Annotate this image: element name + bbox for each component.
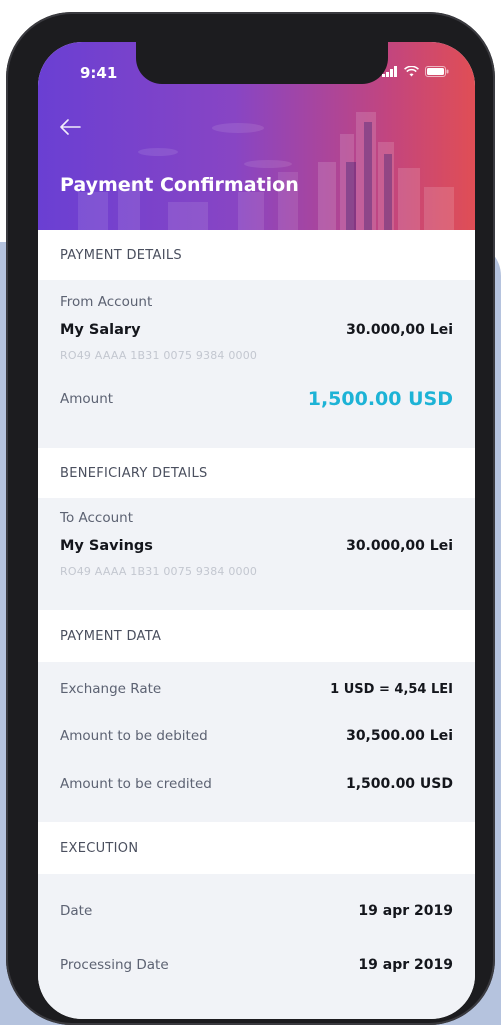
date-value: 19 apr 2019 [358, 903, 453, 919]
date-row: Date 19 apr 2019 [60, 884, 453, 938]
payment-data-heading: PAYMENT DATA [38, 610, 475, 662]
status-time: 9:41 [80, 64, 118, 82]
amount-row: Amount 1,500.00 USD [60, 388, 453, 410]
from-account-row[interactable]: My Salary 30.000,00 Lei [60, 322, 453, 338]
from-account-name: My Salary [60, 322, 141, 338]
amount-debited-label: Amount to be debited [60, 728, 208, 744]
exchange-rate-label: Exchange Rate [60, 681, 162, 697]
amount-label: Amount [60, 391, 114, 407]
to-account-balance: 30.000,00 Lei [346, 538, 453, 554]
phone-frame: 9:41 Payment Confirmation PAYMENT DETAIL… [6, 12, 495, 1025]
execution-heading: EXECUTION [38, 822, 475, 874]
execution-card: Date 19 apr 2019 Processing Date 19 apr … [38, 874, 475, 1019]
wifi-icon [404, 66, 419, 77]
payment-details-heading: PAYMENT DETAILS [38, 230, 475, 280]
phone-screen: 9:41 Payment Confirmation PAYMENT DETAIL… [38, 42, 475, 1019]
device-notch [136, 42, 388, 84]
from-account-balance: 30.000,00 Lei [346, 322, 453, 338]
amount-credited-value: 1,500.00 USD [345, 776, 453, 792]
to-account-name: My Savings [60, 538, 153, 554]
from-account-label: From Account [60, 294, 153, 310]
exchange-rate-value: 1 USD = 4,54 LEI [330, 681, 453, 697]
amount-debited-row: Amount to be debited 30,500.00 Lei [60, 712, 453, 760]
back-arrow-icon[interactable] [58, 118, 82, 136]
beneficiary-details-card: To Account My Savings 30.000,00 Lei RO49… [38, 498, 475, 610]
processing-date-label: Processing Date [60, 957, 169, 973]
to-account-row[interactable]: My Savings 30.000,00 Lei [60, 538, 453, 554]
amount-credited-label: Amount to be credited [60, 776, 212, 792]
to-account-label: To Account [60, 510, 134, 526]
header: 9:41 Payment Confirmation [38, 42, 475, 230]
payment-details-card: From Account My Salary 30.000,00 Lei RO4… [38, 280, 475, 448]
beneficiary-details-heading: BENEFICIARY DETAILS [38, 448, 475, 498]
page-title: Payment Confirmation [60, 174, 299, 196]
date-label: Date [60, 903, 93, 919]
processing-date-row: Processing Date 19 apr 2019 [60, 938, 453, 992]
processing-date-value: 19 apr 2019 [358, 957, 453, 973]
to-account-iban: RO49 AAAA 1B31 0075 9384 0000 [60, 565, 258, 578]
signal-icon [382, 66, 397, 77]
payment-data-card: Exchange Rate 1 USD = 4,54 LEI Amount to… [38, 662, 475, 822]
from-account-iban: RO49 AAAA 1B31 0075 9384 0000 [60, 349, 258, 362]
status-icons [382, 66, 449, 77]
amount-debited-value: 30,500.00 Lei [346, 728, 453, 744]
amount-credited-row: Amount to be credited 1,500.00 USD [60, 760, 453, 808]
battery-icon [425, 66, 449, 77]
amount-value: 1,500.00 USD [307, 388, 453, 410]
exchange-rate-row: Exchange Rate 1 USD = 4,54 LEI [60, 666, 453, 712]
